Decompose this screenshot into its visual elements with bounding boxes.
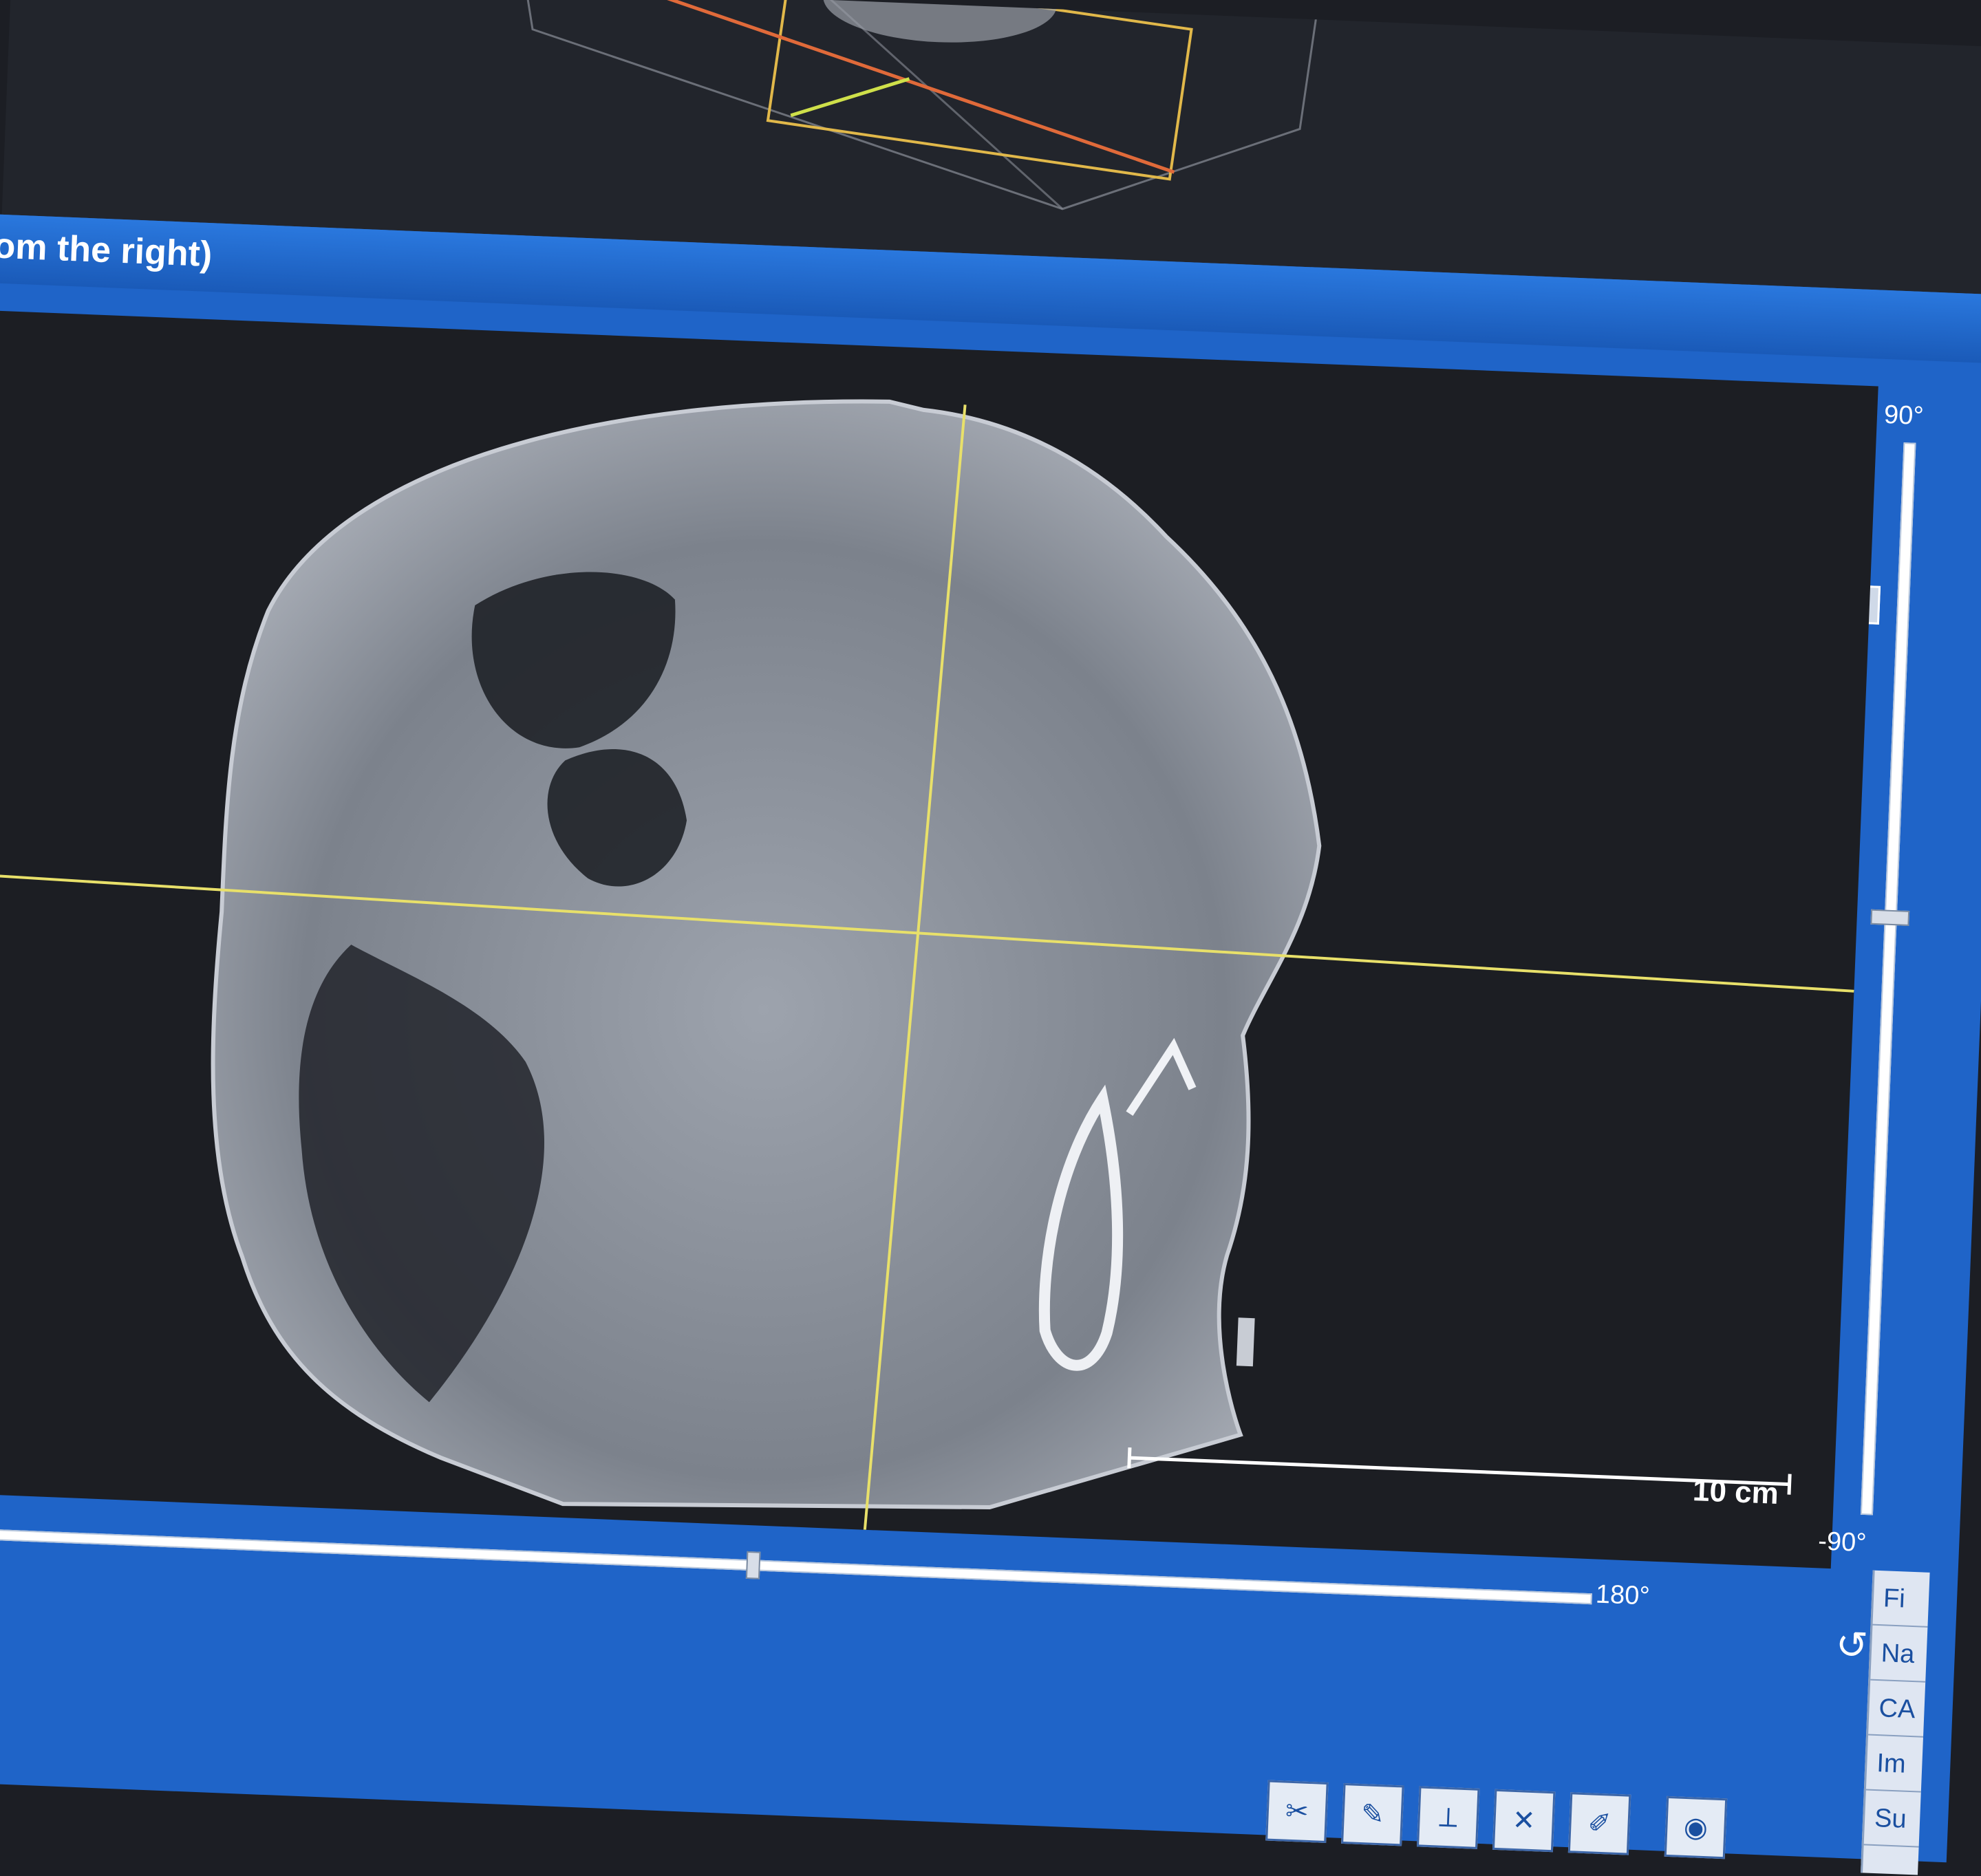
reset-rotation-icon[interactable]: ↺ xyxy=(1830,1623,1873,1668)
scan-canvas xyxy=(0,399,1854,1530)
measure-tool-icon[interactable]: ⟂ xyxy=(1417,1786,1480,1849)
side-menu-item[interactable]: Su xyxy=(1863,1790,1921,1848)
ct-sagittal-slice xyxy=(211,399,1322,1510)
draw-tool-icon[interactable]: ✐ xyxy=(1567,1792,1631,1855)
side-menu-item[interactable]: CA xyxy=(1868,1680,1926,1738)
window-title: om the right) xyxy=(0,226,213,275)
rotation-slider-thumb[interactable] xyxy=(745,1551,761,1579)
cut-tool-icon[interactable]: ✂ xyxy=(1265,1780,1329,1844)
side-menu-item[interactable]: Na xyxy=(1870,1625,1928,1683)
scale-bar xyxy=(1127,1447,1792,1495)
side-menu-item[interactable]: Im xyxy=(1865,1735,1923,1793)
view-tool-icon[interactable]: ◉ xyxy=(1664,1796,1728,1859)
tilt-min-label: -90° xyxy=(1817,1527,1867,1558)
rotation-end-label: 180° xyxy=(1595,1579,1651,1611)
trace-tool-icon[interactable]: ✎ xyxy=(1341,1782,1404,1846)
tilt-slider-thumb[interactable] xyxy=(1870,909,1910,926)
side-menu: Fi Na CA Im Su xyxy=(1861,1570,1930,1875)
side-menu-item[interactable]: Fi xyxy=(1872,1570,1930,1628)
sagittal-image-viewport[interactable]: 10 cm xyxy=(0,310,1878,1569)
scale-bar-label: 10 cm xyxy=(1692,1474,1779,1511)
screen: om the right) 10 cm 90° -90° 180° ↺ Fi N… xyxy=(0,0,1981,1875)
tilt-max-label: 90° xyxy=(1883,400,1925,431)
erase-tool-icon[interactable]: ✕ xyxy=(1492,1789,1556,1853)
sagittal-view-window: om the right) 10 cm 90° -90° 180° ↺ xyxy=(0,213,1981,1863)
